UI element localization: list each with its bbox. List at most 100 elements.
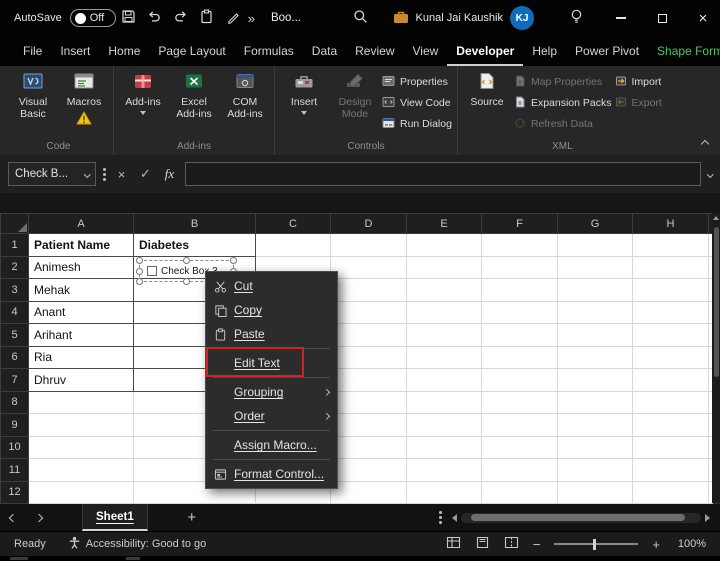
cell[interactable] [406, 413, 482, 437]
design-mode-button[interactable]: Design Mode [331, 68, 379, 120]
view-code-button[interactable]: View Code [382, 96, 452, 110]
run-dialog-button[interactable]: Run Dialog [382, 117, 452, 131]
cell-a6[interactable]: Ria [28, 345, 134, 369]
cell[interactable] [481, 458, 558, 482]
row-header[interactable]: 8 [0, 390, 29, 414]
cell[interactable] [330, 233, 407, 257]
cell[interactable] [330, 300, 407, 324]
cell-a4[interactable]: Anant [28, 300, 134, 324]
cell[interactable] [481, 323, 558, 347]
undo-button[interactable] [142, 4, 168, 32]
row-header[interactable]: 9 [0, 413, 29, 437]
expansion-packs-button[interactable]: Expansion Packs [514, 96, 612, 110]
visual-basic-button[interactable]: Visual Basic [9, 68, 57, 120]
cell[interactable] [28, 458, 134, 482]
cell[interactable] [330, 323, 407, 347]
sheet-tab-sheet1[interactable]: Sheet1 [82, 504, 148, 531]
cell[interactable] [557, 323, 633, 347]
cell[interactable] [406, 255, 482, 279]
expand-formula-bar-icon[interactable] [706, 170, 713, 178]
xml-source-button[interactable]: Source [463, 68, 511, 109]
column-header-g[interactable]: G [557, 213, 633, 234]
tab-data[interactable]: Data [303, 36, 346, 66]
context-menu-item-order[interactable]: Order [206, 404, 337, 428]
cell[interactable] [632, 413, 709, 437]
map-properties-button[interactable]: Map Properties [514, 75, 612, 89]
more-options-icon[interactable] [439, 509, 442, 526]
cell[interactable] [330, 435, 407, 459]
search-button[interactable] [347, 4, 373, 32]
column-header-b[interactable]: B [133, 213, 256, 234]
zoom-slider[interactable] [554, 538, 639, 550]
row-header[interactable]: 12 [0, 480, 29, 504]
refresh-data-button[interactable]: Refresh Data [514, 117, 612, 131]
cell[interactable] [632, 278, 709, 302]
zoom-in-button[interactable]: + [652, 537, 660, 552]
redo-button[interactable] [168, 4, 194, 32]
horizontal-scroll-thumb[interactable] [471, 514, 685, 521]
context-menu-item-format-control[interactable]: Format Control... [206, 462, 337, 486]
selection-handle[interactable] [136, 267, 143, 275]
zoom-slider-thumb[interactable] [593, 538, 597, 550]
cell[interactable] [557, 255, 633, 279]
context-menu-item-assign-macro[interactable]: Assign Macro... [206, 433, 337, 457]
com-addins-button[interactable]: COM Add-ins [221, 68, 269, 120]
cell[interactable] [406, 390, 482, 414]
cell-a7[interactable]: Dhruv [28, 368, 134, 392]
insert-controls-button[interactable]: Insert [280, 68, 328, 115]
tab-developer[interactable]: Developer [447, 36, 523, 66]
cell-a2[interactable]: Animesh [28, 255, 134, 279]
row-header[interactable]: 7 [0, 368, 29, 392]
cell[interactable] [481, 435, 558, 459]
cell[interactable] [557, 435, 633, 459]
cell[interactable] [632, 323, 709, 347]
select-all-corner[interactable] [0, 213, 29, 234]
next-sheet-button[interactable] [26, 513, 52, 522]
new-sheet-button[interactable]: + [182, 509, 202, 526]
cell[interactable] [632, 458, 709, 482]
tab-view[interactable]: View [404, 36, 448, 66]
row-header[interactable]: 2 [0, 255, 29, 279]
cell[interactable] [28, 413, 134, 437]
cell[interactable] [28, 390, 134, 414]
scroll-right-icon[interactable] [705, 513, 710, 522]
import-button[interactable]: Import [615, 75, 662, 89]
cell[interactable] [330, 278, 407, 302]
cell[interactable] [330, 390, 407, 414]
cell[interactable] [481, 345, 558, 369]
cell[interactable] [557, 413, 633, 437]
cell[interactable] [28, 435, 134, 459]
lightbulb-button[interactable] [563, 4, 589, 32]
addins-button[interactable]: Add-ins [119, 68, 167, 115]
close-button[interactable]: × [686, 0, 720, 36]
row-header[interactable]: 4 [0, 300, 29, 324]
horizontal-scroll-track[interactable] [461, 512, 701, 523]
cell[interactable] [557, 480, 633, 504]
cell[interactable] [481, 480, 558, 504]
column-header-h[interactable]: H [632, 213, 709, 234]
previous-sheet-button[interactable] [0, 513, 26, 522]
checkbox-icon[interactable] [147, 266, 157, 276]
cell[interactable] [330, 368, 407, 392]
tab-power-pivot[interactable]: Power Pivot [566, 36, 648, 66]
tab-home[interactable]: Home [99, 36, 149, 66]
cell[interactable] [406, 300, 482, 324]
context-menu-item-copy[interactable]: Copy [206, 298, 337, 322]
cell[interactable] [406, 278, 482, 302]
context-menu-item-paste[interactable]: Paste [206, 322, 337, 346]
cell[interactable] [406, 345, 482, 369]
user-name[interactable]: Kunal Jai Kaushik [416, 12, 503, 24]
row-header[interactable]: 6 [0, 345, 29, 369]
name-box[interactable]: Check B... [8, 162, 96, 186]
cell[interactable] [632, 300, 709, 324]
scroll-left-icon[interactable] [452, 513, 457, 522]
tab-help[interactable]: Help [523, 36, 566, 66]
cell[interactable] [406, 368, 482, 392]
context-menu-item-grouping[interactable]: Grouping [206, 380, 337, 404]
context-menu-item-cut[interactable]: Cut [206, 274, 337, 298]
cell[interactable] [632, 255, 709, 279]
zoom-level[interactable]: 100% [674, 538, 706, 550]
cell[interactable] [406, 323, 482, 347]
cell[interactable] [330, 255, 407, 279]
cell[interactable] [557, 390, 633, 414]
